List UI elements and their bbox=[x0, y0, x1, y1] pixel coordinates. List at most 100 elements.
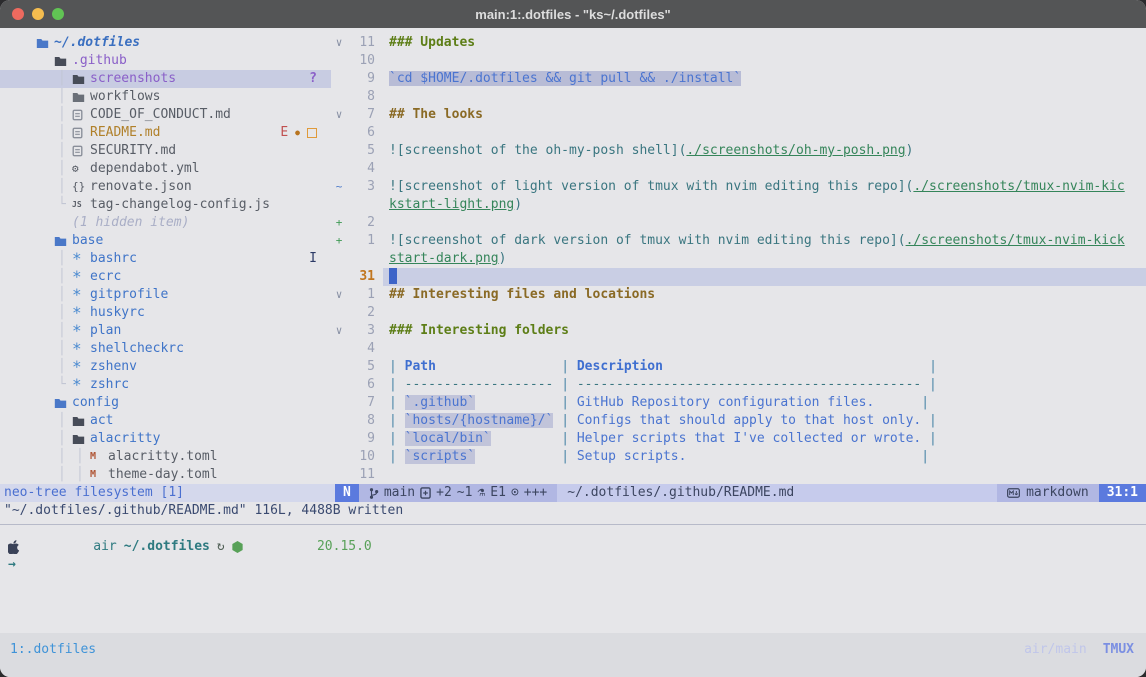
tree-item-huskyrc[interactable]: │*huskyrc bbox=[0, 304, 331, 322]
tree-item-label: ~/.dotfiles bbox=[54, 34, 140, 52]
markdown-file-icon bbox=[72, 109, 90, 121]
diagnostics-errors: E1 bbox=[490, 484, 506, 502]
tree-item-tag-changelog-config-js[interactable]: └JStag-changelog-config.js bbox=[0, 196, 331, 214]
tree-item-code-of-conduct-md[interactable]: │CODE_OF_CONDUCT.md bbox=[0, 106, 331, 124]
line-number: 10 bbox=[347, 52, 375, 70]
editor-line[interactable]: 6 bbox=[331, 124, 1146, 142]
gutter: +1 bbox=[331, 232, 383, 250]
indent-guide: │ bbox=[54, 160, 72, 178]
line-content bbox=[383, 304, 1146, 322]
editor-line[interactable]: 7| `.github` | GitHub Repository configu… bbox=[331, 394, 1146, 412]
editor-line[interactable]: 4 bbox=[331, 340, 1146, 358]
json-icon: {} bbox=[72, 178, 90, 196]
git-sign bbox=[331, 304, 347, 322]
indent-guide: │ bbox=[54, 358, 72, 376]
folder-icon bbox=[72, 92, 90, 103]
indent-guide: │ bbox=[54, 304, 72, 322]
git-sign: + bbox=[331, 232, 347, 250]
tmux-window-item[interactable]: 1:.dotfiles bbox=[10, 641, 96, 659]
editor-line[interactable]: 9| `local/bin` | Helper scripts that I'v… bbox=[331, 430, 1146, 448]
editor-line[interactable]: ~3![screenshot of light version of tmux … bbox=[331, 178, 1146, 196]
tree-item--dotfiles[interactable]: ~/.dotfiles bbox=[0, 34, 331, 52]
editor-line[interactable]: start-dark.png) bbox=[331, 250, 1146, 268]
git-sign bbox=[331, 142, 347, 160]
folder-icon bbox=[36, 38, 54, 49]
git-sign bbox=[331, 196, 347, 214]
editor-line[interactable]: 8| `hosts/{hostname}/` | Configs that sh… bbox=[331, 412, 1146, 430]
editor-line[interactable]: 11 bbox=[331, 466, 1146, 484]
tree-item-zshrc[interactable]: └*zshrc bbox=[0, 376, 331, 394]
tree-item-alacritty[interactable]: │alacritty bbox=[0, 430, 331, 448]
minimize-button[interactable] bbox=[32, 8, 44, 20]
gutter: +2 bbox=[331, 214, 383, 232]
tree-item-bashrc[interactable]: │*bashrcI bbox=[0, 250, 331, 268]
git-sign bbox=[331, 268, 347, 286]
tree-item-gitprofile[interactable]: │*gitprofile bbox=[0, 286, 331, 304]
shell-pane[interactable]: air ~/.dotfiles ↻ 20.15.0 → bbox=[0, 525, 1146, 574]
editor-line[interactable]: 8 bbox=[331, 88, 1146, 106]
editor-line[interactable]: 5![screenshot of the oh-my-posh shell](.… bbox=[331, 142, 1146, 160]
editor-line[interactable]: 5| Path | Description | bbox=[331, 358, 1146, 376]
tree-item-label: SECURITY.md bbox=[90, 142, 176, 160]
shell-prompt: air ~/.dotfiles ↻ 20.15.0 bbox=[8, 538, 1146, 556]
gutter: 8 bbox=[331, 88, 383, 106]
editor-line[interactable]: ∨11### Updates bbox=[331, 34, 1146, 52]
tree-item-plan[interactable]: │*plan bbox=[0, 322, 331, 340]
editor-line[interactable]: +1![screenshot of dark version of tmux w… bbox=[331, 232, 1146, 250]
tree-item-dependabot-yml[interactable]: │⚙dependabot.yml bbox=[0, 160, 331, 178]
tree-item-ecrc[interactable]: │*ecrc bbox=[0, 268, 331, 286]
tree-item-alacritty-toml[interactable]: ││Malacritty.toml bbox=[0, 448, 331, 466]
editor-line[interactable]: 4 bbox=[331, 160, 1146, 178]
line-number: 7 bbox=[347, 394, 375, 412]
tree-item-workflows[interactable]: │workflows bbox=[0, 88, 331, 106]
line-number: 31 bbox=[347, 268, 375, 286]
line-content bbox=[383, 340, 1146, 358]
close-button[interactable] bbox=[12, 8, 24, 20]
editor-line[interactable]: 10| `scripts` | Setup scripts. | bbox=[331, 448, 1146, 466]
tree-item-renovate-json[interactable]: │{}renovate.json bbox=[0, 178, 331, 196]
indent-guide: │ bbox=[54, 124, 72, 142]
fullscreen-button[interactable] bbox=[52, 8, 64, 20]
editor-line[interactable]: ∨1## Interesting files and locations bbox=[331, 286, 1146, 304]
editor-line[interactable]: kstart-light.png) bbox=[331, 196, 1146, 214]
editor-line[interactable]: 2 bbox=[331, 304, 1146, 322]
git-sign bbox=[331, 358, 347, 376]
line-content: start-dark.png) bbox=[383, 250, 1146, 268]
editor-line[interactable]: 6| ------------------- | ---------------… bbox=[331, 376, 1146, 394]
editor-line[interactable]: 10 bbox=[331, 52, 1146, 70]
status-row: neo-tree filesystem [1] N main +2 ~1 ⚗ E… bbox=[0, 484, 1146, 502]
line-content: ![screenshot of the oh-my-posh shell](./… bbox=[383, 142, 1146, 160]
editor-line[interactable]: ∨3### Interesting folders bbox=[331, 322, 1146, 340]
tree-item-config[interactable]: config bbox=[0, 394, 331, 412]
tree-item-label: alacritty bbox=[90, 430, 160, 448]
tree-item-base[interactable]: base bbox=[0, 232, 331, 250]
tree-item-zshenv[interactable]: │*zshenv bbox=[0, 358, 331, 376]
tree-item-theme-day-toml[interactable]: ││Mtheme-day.toml bbox=[0, 466, 331, 484]
editor-line[interactable]: ∨7## The looks bbox=[331, 106, 1146, 124]
rcfile-icon: * bbox=[72, 308, 90, 318]
prompt-cwd: ~/.dotfiles bbox=[124, 538, 210, 556]
tree-item-security-md[interactable]: │ SECURITY.md bbox=[0, 142, 331, 160]
editor-line[interactable]: +2 bbox=[331, 214, 1146, 232]
tree-item-readme-md[interactable]: │README.mdE● bbox=[0, 124, 331, 142]
tree-item--github[interactable]: .github bbox=[0, 52, 331, 70]
tree-item-shellcheckrc[interactable]: │*shellcheckrc bbox=[0, 340, 331, 358]
editor-cursor-line[interactable]: 31 bbox=[331, 268, 1146, 286]
tree-item-badges: E● bbox=[280, 124, 317, 142]
tree-item-act[interactable]: │act bbox=[0, 412, 331, 430]
tree-item--1-hidden-item-[interactable]: (1 hidden item) bbox=[0, 214, 331, 232]
line-content: ### Updates bbox=[383, 34, 1146, 52]
tree-item-screenshots[interactable]: │screenshots? bbox=[0, 70, 331, 88]
prompt-host: air bbox=[93, 538, 116, 556]
line-content: kstart-light.png) bbox=[383, 196, 1146, 214]
indent-guide: │ bbox=[54, 412, 72, 430]
folder-icon bbox=[54, 398, 72, 409]
gutter: 10 bbox=[331, 448, 383, 466]
indent-guide: │ bbox=[54, 142, 72, 160]
node-version: 20.15.0 bbox=[317, 538, 372, 556]
editor-panel[interactable]: ∨11### Updates109`cd $HOME/.dotfiles && … bbox=[331, 28, 1146, 484]
git-sign bbox=[331, 70, 347, 88]
fold-icon: ∨ bbox=[331, 106, 347, 124]
diff-icon bbox=[420, 487, 431, 499]
editor-line[interactable]: 9`cd $HOME/.dotfiles && git pull && ./in… bbox=[331, 70, 1146, 88]
